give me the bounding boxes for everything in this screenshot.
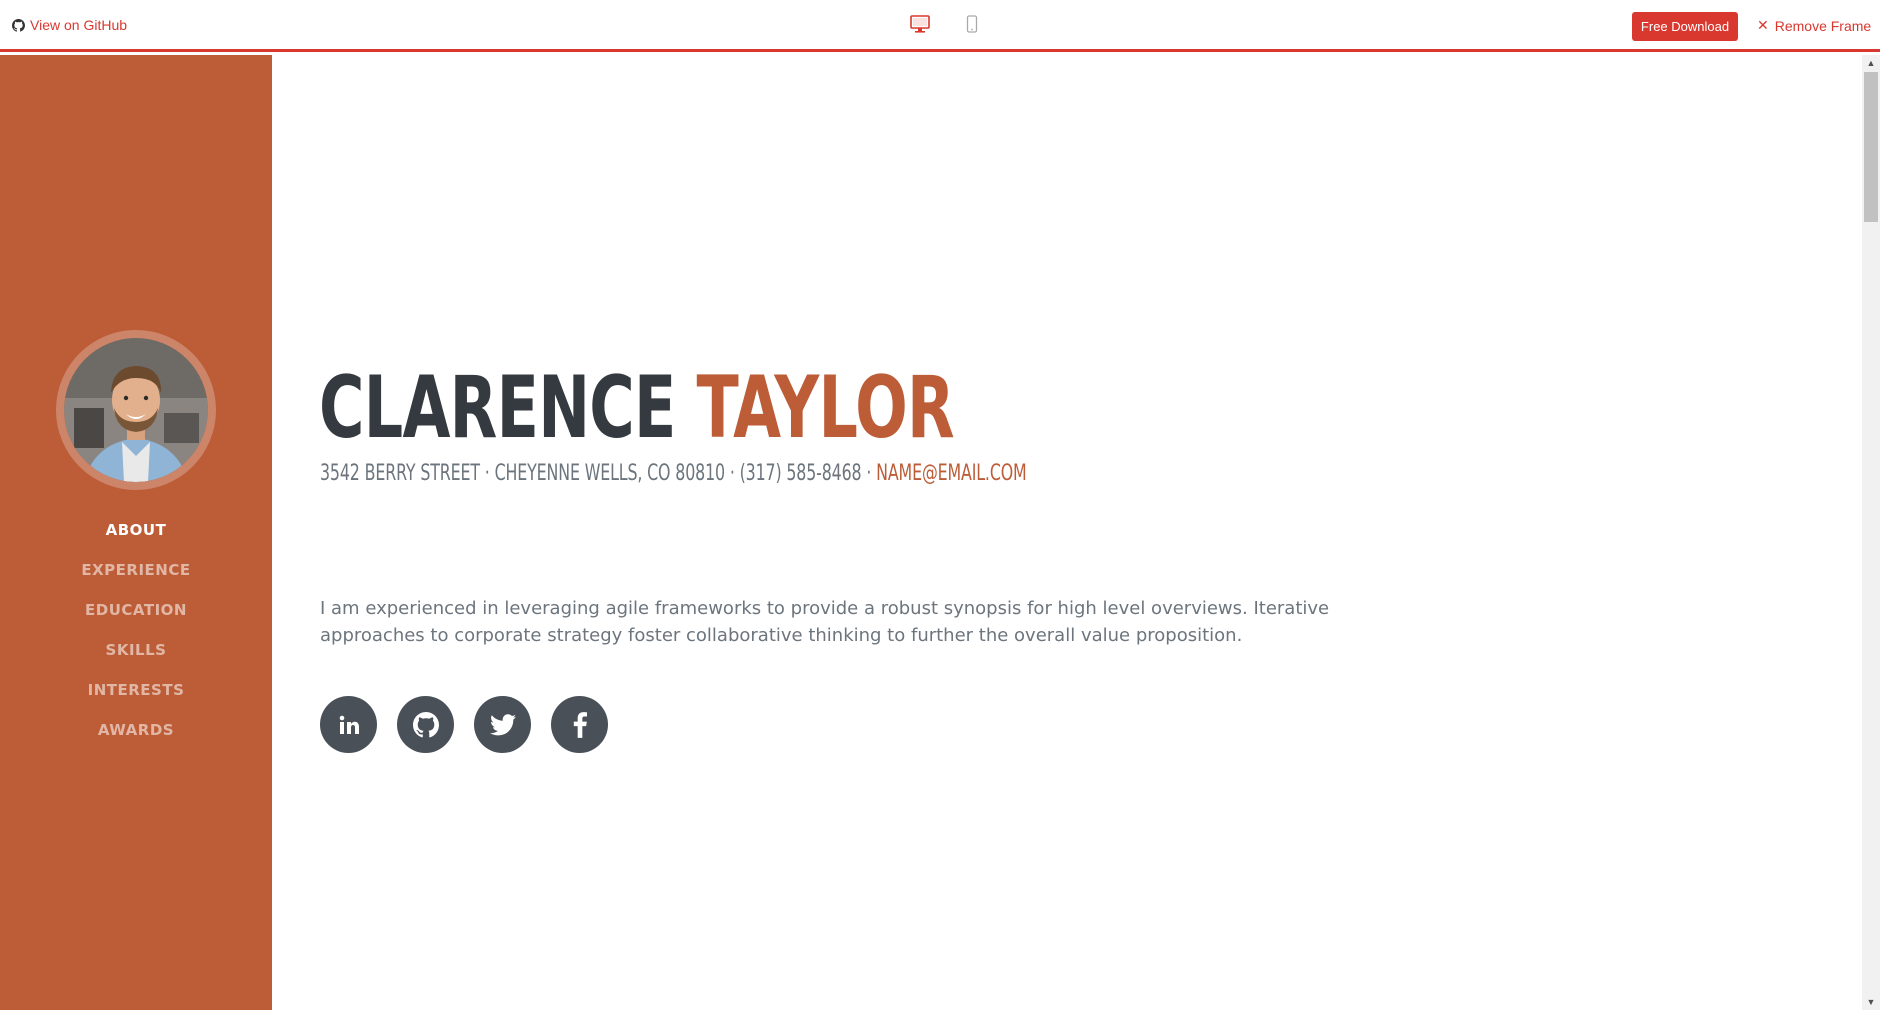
- contact-line: 3542 BERRY STREET · CHEYENNE WELLS, CO 8…: [320, 461, 1027, 486]
- nav-item-interests[interactable]: INTERESTS: [0, 670, 272, 710]
- github-button[interactable]: [397, 696, 454, 753]
- mobile-view-button[interactable]: [961, 14, 983, 34]
- mobile-icon: [966, 15, 978, 33]
- close-icon: ✕: [1757, 17, 1769, 33]
- scroll-up-arrow-icon[interactable]: ▲: [1862, 55, 1880, 71]
- social-icons: [320, 696, 608, 753]
- main-content: CLARENCE TAYLOR 3542 BERRY STREET · CHEY…: [272, 55, 1862, 1010]
- nav-item-experience[interactable]: EXPERIENCE: [0, 550, 272, 590]
- desktop-view-button[interactable]: [909, 14, 931, 34]
- first-name: CLARENCE: [319, 358, 676, 458]
- sidebar-nav: ABOUT EXPERIENCE EDUCATION SKILLS INTERE…: [0, 510, 272, 750]
- last-name: TAYLOR: [696, 358, 954, 458]
- email-link[interactable]: NAME@EMAIL.COM: [876, 461, 1027, 486]
- linkedin-icon: [339, 715, 359, 734]
- profile-photo: [64, 338, 208, 482]
- nav-item-education[interactable]: EDUCATION: [0, 590, 272, 630]
- twitter-button[interactable]: [474, 696, 531, 753]
- linkedin-button[interactable]: [320, 696, 377, 753]
- preview-frame-bar: View on GitHub Free Download ✕ Remove Fr…: [0, 0, 1880, 52]
- desktop-icon: [910, 15, 930, 33]
- remove-frame-button[interactable]: ✕ Remove Frame: [1757, 17, 1871, 34]
- view-on-github-link[interactable]: View on GitHub: [12, 17, 127, 33]
- avatar: [56, 330, 216, 490]
- page-scrollbar[interactable]: ▲ ▼: [1862, 55, 1880, 1010]
- nav-item-skills[interactable]: SKILLS: [0, 630, 272, 670]
- github-link-label: View on GitHub: [30, 17, 128, 33]
- address-text: 3542 BERRY STREET · CHEYENNE WELLS, CO 8…: [320, 461, 872, 486]
- twitter-icon: [489, 713, 516, 735]
- bio-text: I am experienced in leveraging agile fra…: [320, 598, 1330, 646]
- page-title: CLARENCE TAYLOR: [319, 365, 955, 451]
- nav-item-about[interactable]: ABOUT: [0, 510, 272, 550]
- scroll-down-arrow-icon[interactable]: ▼: [1862, 994, 1880, 1010]
- scroll-thumb[interactable]: [1864, 72, 1878, 222]
- nav-item-awards[interactable]: AWARDS: [0, 710, 272, 750]
- sidebar: ABOUT EXPERIENCE EDUCATION SKILLS INTERE…: [0, 55, 272, 1010]
- github-icon: [412, 711, 439, 737]
- facebook-button[interactable]: [551, 696, 608, 753]
- device-toggle: [909, 14, 983, 34]
- remove-frame-label: Remove Frame: [1774, 17, 1872, 34]
- facebook-icon: [573, 711, 587, 738]
- free-download-button[interactable]: Free Download: [1632, 12, 1738, 41]
- github-icon: [12, 18, 25, 32]
